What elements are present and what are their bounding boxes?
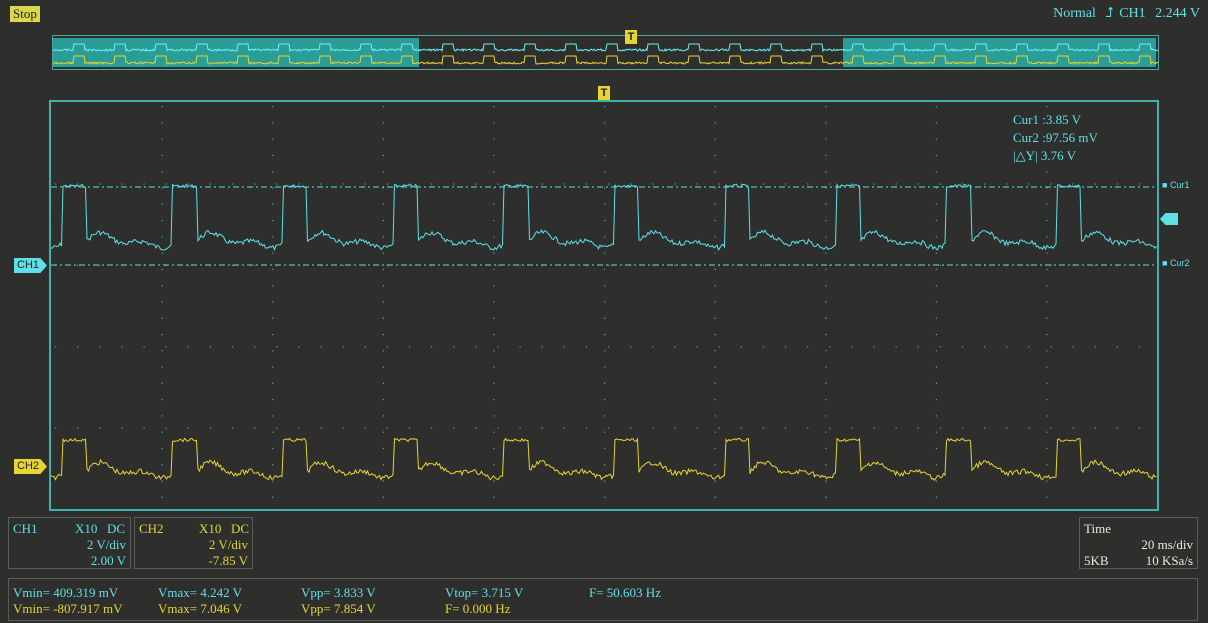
ch2-vmin: Vmin= -807.917 mV — [13, 601, 123, 616]
cursor2-tag[interactable]: ■ Cur2 — [1162, 258, 1189, 268]
ch1-settings[interactable]: CH1 X10 DC 2 V/div 2.00 V — [8, 517, 131, 569]
ch1-vpp: Vpp= 3.833 V — [301, 585, 376, 600]
timebase-settings[interactable]: Time 20 ms/div 5KB 10 KSa/s — [1079, 517, 1198, 569]
cur1-label: Cur1 — [1013, 112, 1039, 127]
ch1-vmax: Vmax= 4.242 V — [158, 585, 243, 600]
ch1-probe: X10 — [75, 521, 98, 536]
ch1-waveform — [50, 182, 1157, 252]
ch1-vmin: Vmin= 409.319 mV — [13, 585, 119, 600]
cur2-label: Cur2 — [1013, 130, 1039, 145]
delta-label: |△Y| — [1013, 148, 1038, 163]
run-stop-status[interactable]: Stop — [10, 6, 40, 22]
cur1-value: 3.85 V — [1045, 112, 1082, 127]
waveform-overview[interactable] — [52, 35, 1159, 70]
ch1-frequency: F= 50.603 Hz — [589, 585, 661, 600]
trigger-mode: Normal — [1053, 6, 1096, 21]
ch1-coupling: DC — [107, 521, 126, 536]
cursor1-tag[interactable]: ■ Cur1 — [1162, 180, 1189, 190]
ch1-ground-marker[interactable]: CH1 — [14, 258, 47, 273]
trigger-position-marker[interactable]: T — [598, 86, 610, 100]
trigger-level: 2.244 V — [1155, 6, 1200, 21]
ch2-coupling: DC — [231, 521, 250, 536]
trigger-info: Normal ⮥ CH1 2.244 V — [1047, 5, 1200, 22]
measurement-panel: Vmin= 409.319 mV Vmax= 4.242 V Vpp= 3.83… — [8, 578, 1198, 621]
overview-svg — [52, 38, 1159, 67]
trigger-level-marker[interactable] — [1160, 213, 1178, 225]
ch2-scale: 2 V/div — [208, 537, 248, 552]
ch2-waveform — [50, 437, 1157, 482]
ch2-probe: X10 — [199, 521, 222, 536]
ch2-vpp: Vpp= 7.854 V — [301, 601, 376, 616]
ch2-vmax: Vmax= 7.046 V — [158, 601, 243, 616]
ch1-vtop: Vtop= 3.715 V — [445, 585, 524, 600]
cursor2-tag-label: Cur2 — [1169, 258, 1190, 268]
ch1-offset: 2.00 V — [90, 553, 126, 568]
trigger-source: CH1 — [1119, 6, 1146, 21]
ch1-scale: 2 V/div — [86, 537, 126, 552]
memory-depth: 5KB — [1084, 553, 1109, 568]
waveform-svg — [50, 106, 1157, 498]
time-scale: 20 ms/div — [1141, 537, 1193, 552]
ch2-name: CH2 — [139, 521, 164, 536]
graticule — [55, 106, 1141, 498]
ch2-offset: -7.85 V — [208, 553, 248, 568]
time-title: Time — [1084, 521, 1111, 536]
ch2-settings[interactable]: CH2 X10 DC 2 V/div -7.85 V — [134, 517, 253, 569]
cursor1-tag-label: Cur1 — [1169, 180, 1190, 190]
ch2-ground-marker[interactable]: CH2 — [14, 459, 47, 474]
delta-value: 3.76 V — [1040, 148, 1076, 163]
waveform-display[interactable] — [49, 100, 1159, 511]
ch2-frequency: F= 0.000 Hz — [445, 601, 511, 616]
cur2-value: 97.56 mV — [1045, 130, 1098, 145]
cursor-readout: Cur1 :3.85 V Cur2 :97.56 mV |△Y| 3.76 V — [1013, 112, 1098, 163]
sample-rate: 10 KSa/s — [1145, 553, 1193, 568]
overview-trigger-marker: T — [625, 30, 637, 44]
ch1-name: CH1 — [13, 521, 38, 536]
rising-edge-icon: ⮥ — [1105, 5, 1114, 21]
